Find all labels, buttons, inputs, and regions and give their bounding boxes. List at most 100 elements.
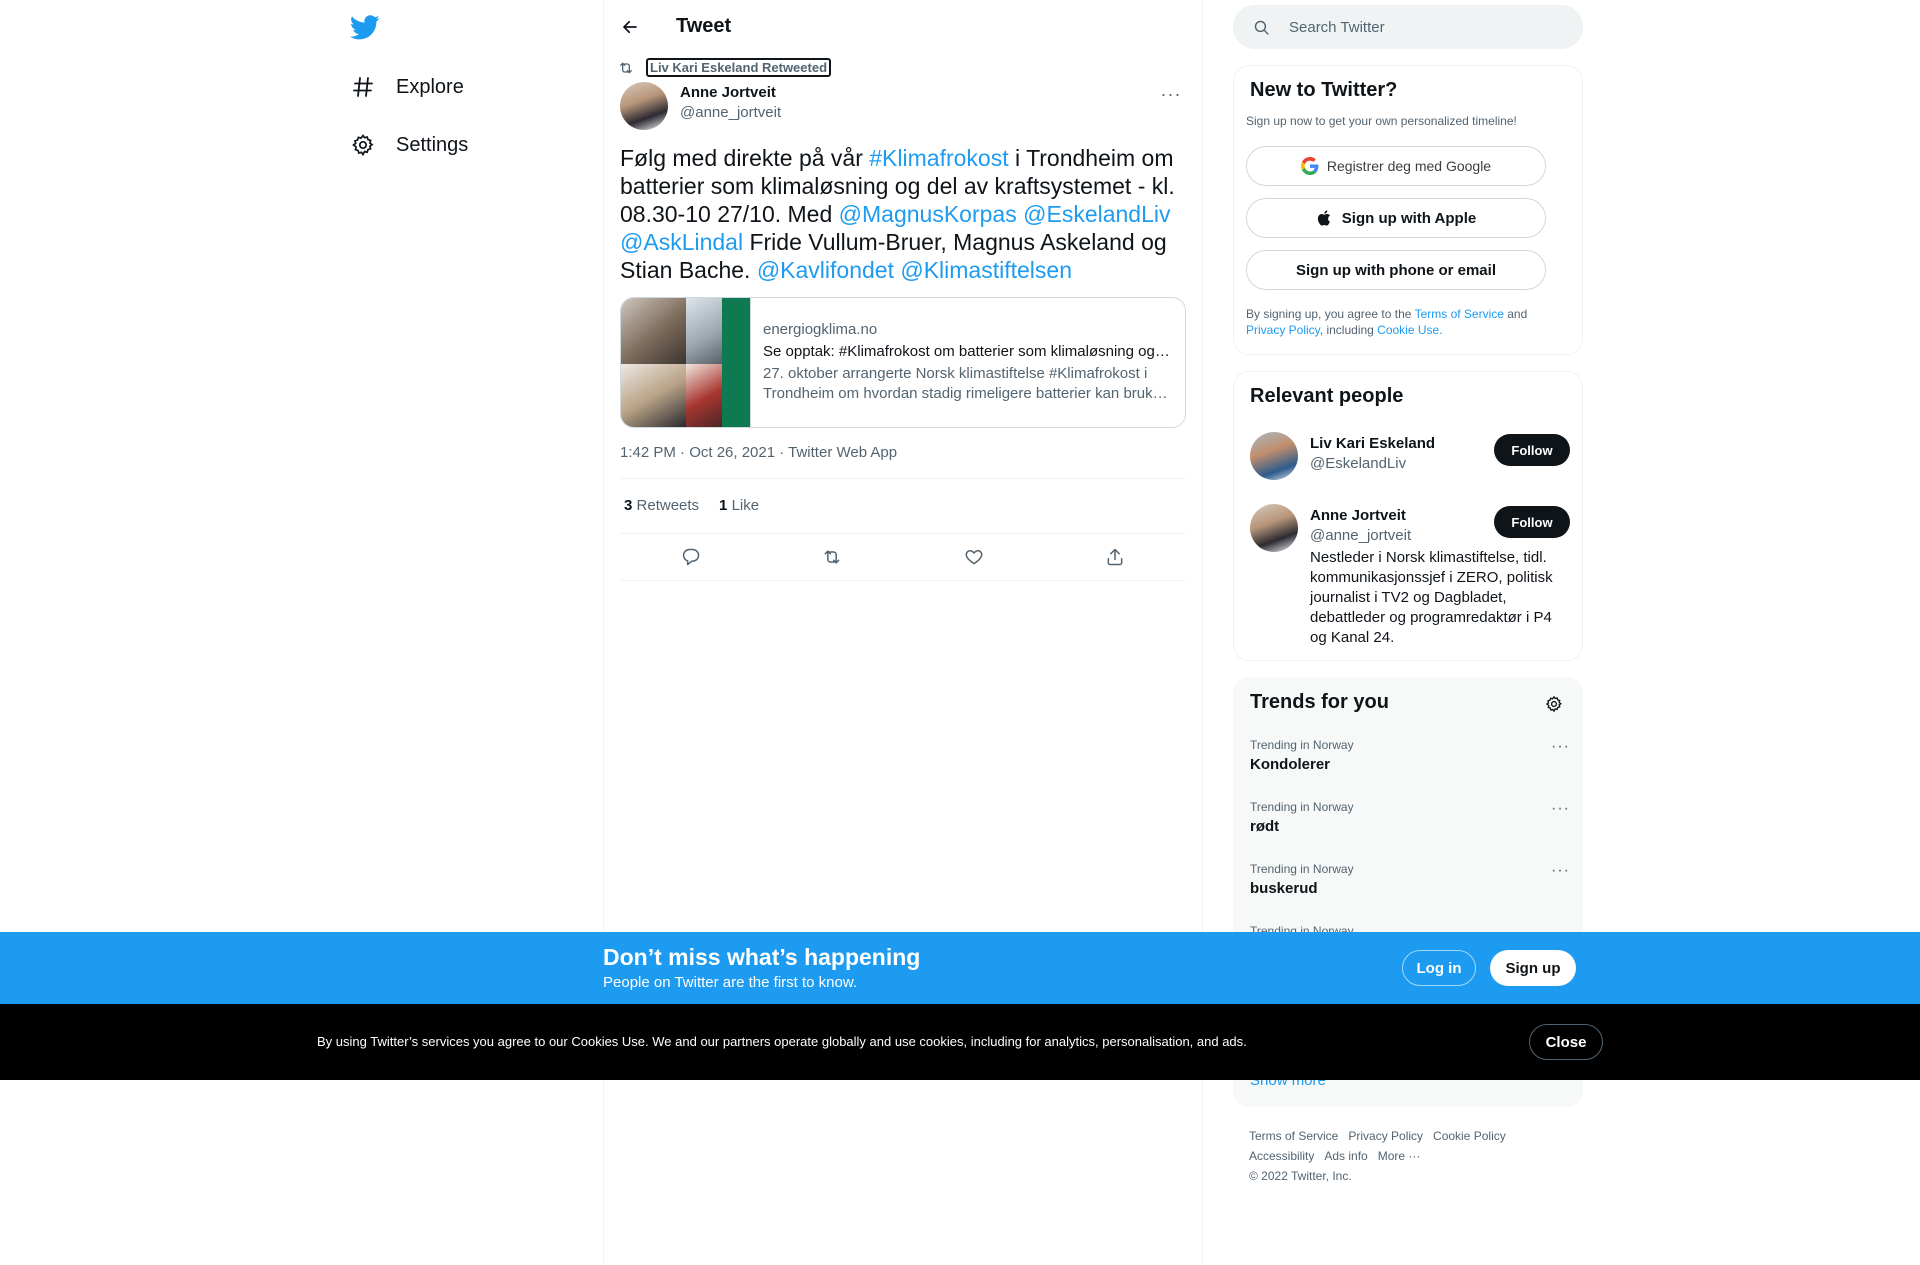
more-options-icon[interactable]: ··· bbox=[1551, 738, 1570, 756]
hashtag-icon bbox=[350, 74, 376, 100]
retweeted-by-link[interactable]: Liv Kari Eskeland Retweeted bbox=[646, 58, 832, 77]
card-title: Se opptak: #Klimafrokost om batterier so… bbox=[763, 343, 1173, 360]
apple-icon bbox=[1317, 210, 1330, 226]
trend-name: Kondolerer bbox=[1250, 756, 1331, 773]
mention-link[interactable]: @Klimastiftelsen bbox=[900, 257, 1072, 283]
trends-title: Trends for you bbox=[1250, 691, 1389, 713]
card-domain: energiogklima.no bbox=[763, 321, 878, 338]
terms-link[interactable]: Terms of Service bbox=[1415, 307, 1504, 321]
trend-name: buskerud bbox=[1250, 880, 1318, 897]
nav-settings-label: Settings bbox=[396, 133, 469, 156]
legal-text: By signing up, you agree to the bbox=[1246, 307, 1415, 321]
twitter-bird-icon[interactable] bbox=[350, 12, 382, 44]
person-bio: Nestleder i Norsk klimastiftelse, tidl. … bbox=[1310, 549, 1553, 646]
relevant-people-title: Relevant people bbox=[1250, 385, 1404, 407]
divider bbox=[620, 533, 1186, 534]
tweet-stats: 3 Retweets 1 Like bbox=[624, 497, 759, 514]
legal-text: , including bbox=[1319, 323, 1378, 337]
person-handle[interactable]: @anne_jortveit bbox=[1310, 527, 1411, 544]
new-to-twitter-title: New to Twitter? bbox=[1250, 79, 1398, 101]
signup-button[interactable]: Sign up bbox=[1490, 950, 1576, 986]
avatar[interactable] bbox=[1250, 504, 1298, 552]
header: Tweet bbox=[604, 0, 1202, 53]
new-to-twitter-subtitle: Sign up now to get your own personalized… bbox=[1246, 114, 1517, 128]
new-to-twitter-panel: New to Twitter? Sign up now to get your … bbox=[1233, 65, 1583, 355]
tweet-text: Følg med direkte på vår #Klimafrokost i … bbox=[620, 144, 1186, 284]
search-bar[interactable] bbox=[1233, 5, 1583, 49]
footer-link[interactable]: Terms of Service bbox=[1249, 1129, 1338, 1143]
apple-signup-label: Sign up with Apple bbox=[1341, 209, 1477, 227]
signup-banner-subtitle: People on Twitter are the first to know. bbox=[603, 974, 858, 991]
trend-context: Trending in Norway bbox=[1250, 738, 1354, 752]
google-signup-button[interactable]: Registrer deg med Google bbox=[1246, 146, 1546, 186]
footer-link[interactable]: Privacy Policy bbox=[1348, 1129, 1423, 1143]
cookie-banner: By using Twitter’s services you agree to… bbox=[0, 1004, 1920, 1080]
search-icon bbox=[1251, 17, 1271, 37]
mention-link[interactable]: @EskelandLiv bbox=[1023, 201, 1170, 227]
avatar[interactable] bbox=[1250, 432, 1298, 480]
person-name[interactable]: Liv Kari Eskeland bbox=[1310, 435, 1435, 452]
retweets-stat[interactable]: 3 Retweets bbox=[624, 497, 699, 514]
retweets-label: Retweets bbox=[636, 497, 700, 514]
author-name[interactable]: Anne Jortveit bbox=[680, 84, 776, 101]
link-preview-card[interactable]: energiogklima.no Se opptak: #Klimafrokos… bbox=[620, 297, 1186, 428]
follow-button[interactable]: Follow bbox=[1494, 434, 1570, 466]
footer-more-link[interactable]: More ··· bbox=[1378, 1149, 1421, 1163]
mention-link[interactable]: @MagnusKorpas bbox=[839, 201, 1017, 227]
hashtag-link[interactable]: #Klimafrokost bbox=[869, 145, 1008, 171]
retweet-icon[interactable] bbox=[814, 539, 850, 575]
nav-settings[interactable]: Settings bbox=[350, 120, 468, 170]
retweet-context: Liv Kari Eskeland Retweeted bbox=[618, 58, 832, 77]
author-handle[interactable]: @anne_jortveit bbox=[680, 104, 781, 121]
legal-text: and bbox=[1503, 307, 1528, 321]
person-name[interactable]: Anne Jortveit bbox=[1310, 507, 1406, 524]
trend-item[interactable]: Trending in Norway Kondolerer ··· bbox=[1250, 738, 1570, 773]
login-button[interactable]: Log in bbox=[1402, 950, 1476, 986]
close-button[interactable]: Close bbox=[1529, 1024, 1603, 1060]
footer-link[interactable]: Ads info bbox=[1324, 1149, 1367, 1163]
cookie-use-link[interactable]: Cookie Use. bbox=[1377, 323, 1442, 337]
phone-email-signup-button[interactable]: Sign up with phone or email bbox=[1246, 250, 1546, 290]
gear-icon bbox=[350, 132, 376, 158]
signup-banner-title: Don’t miss what’s happening bbox=[603, 944, 921, 970]
retweet-icon bbox=[620, 62, 632, 73]
divider bbox=[620, 478, 1186, 479]
card-body: energiogklima.no Se opptak: #Klimafrokos… bbox=[751, 298, 1185, 427]
author-avatar[interactable] bbox=[620, 82, 668, 130]
tweet-timestamp[interactable]: 1:42 PM · Oct 26, 2021 · Twitter Web App bbox=[620, 444, 897, 461]
reply-icon[interactable] bbox=[673, 539, 709, 575]
cookie-notice-text: By using Twitter’s services you agree to… bbox=[317, 1034, 1247, 1049]
trend-name: rødt bbox=[1250, 818, 1280, 835]
card-description: 27. oktober arrangerte Norsk klimastifte… bbox=[763, 365, 1169, 402]
like-heart-icon[interactable] bbox=[956, 539, 992, 575]
more-options-icon[interactable]: ··· bbox=[1156, 82, 1186, 106]
footer-link[interactable]: Accessibility bbox=[1249, 1149, 1314, 1163]
trend-context: Trending in Norway bbox=[1250, 800, 1354, 814]
divider bbox=[620, 580, 1186, 581]
likes-count: 1 bbox=[719, 497, 728, 514]
tweet-actions bbox=[620, 537, 1186, 577]
mention-link[interactable]: @AskLindal bbox=[620, 229, 743, 255]
mention-link[interactable]: @Kavlifondet bbox=[757, 257, 894, 283]
person-handle[interactable]: @EskelandLiv bbox=[1310, 455, 1406, 472]
trend-item[interactable]: Trending in Norway rødt ··· bbox=[1250, 800, 1570, 835]
nav-explore[interactable]: Explore bbox=[350, 62, 464, 112]
relevant-people-panel: Relevant people Liv Kari Eskeland @Eskel… bbox=[1233, 371, 1583, 661]
footer-link[interactable]: Cookie Policy bbox=[1433, 1129, 1506, 1143]
more-options-icon[interactable]: ··· bbox=[1551, 800, 1570, 818]
back-button[interactable] bbox=[616, 13, 644, 41]
likes-stat[interactable]: 1 Like bbox=[719, 497, 759, 514]
nav-explore-label: Explore bbox=[396, 75, 464, 98]
share-icon[interactable] bbox=[1097, 539, 1133, 575]
likes-label: Like bbox=[731, 497, 760, 514]
more-options-icon[interactable]: ··· bbox=[1551, 862, 1570, 880]
tweet-text-part: Følg med direkte på vår bbox=[620, 145, 870, 171]
apple-signup-button[interactable]: Sign up with Apple bbox=[1246, 198, 1546, 238]
search-input[interactable] bbox=[1289, 18, 1549, 36]
gear-icon[interactable] bbox=[1542, 692, 1566, 716]
privacy-link[interactable]: Privacy Policy bbox=[1246, 323, 1320, 337]
trend-item[interactable]: Trending in Norway buskerud ··· bbox=[1250, 862, 1570, 897]
copyright: © 2022 Twitter, Inc. bbox=[1249, 1169, 1352, 1183]
signup-legal-text: By signing up, you agree to the Terms of… bbox=[1246, 306, 1566, 338]
follow-button[interactable]: Follow bbox=[1494, 506, 1570, 538]
